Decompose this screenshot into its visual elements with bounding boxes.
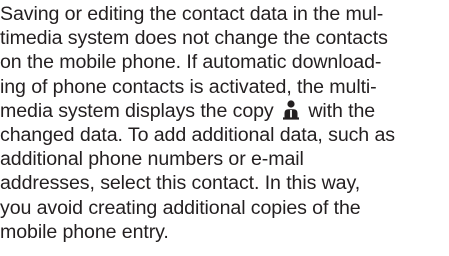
text-line-5-after-icon: with the [308,99,376,122]
text-line-8: addresses, select this contact. In this … [0,172,361,195]
text-line-3: on the mobile phone. If automatic downlo… [0,51,382,74]
text-line-10: mobile phone entry. [0,220,169,243]
contact-copy-person-icon [280,99,302,121]
text-line-7: additional phone numbers or e-mail [0,148,304,171]
text-line-1: Saving or editing the contact data in th… [0,3,384,25]
text-line-2: timedia system does not change the conta… [0,27,388,50]
text-line-9: you avoid creating additional copies of … [0,196,361,219]
text-line-6: changed data. To add additional data, su… [0,124,395,147]
contact-data-paragraph: Saving or editing the contact data in th… [0,2,449,244]
text-line-5: media system displays the copy with the [0,99,449,123]
text-line-4: ing of phone contacts is activated, the … [0,75,377,98]
text-line-5-before-icon: media system displays the copy [0,99,274,122]
document-page: Saving or editing the contact data in th… [0,0,449,256]
